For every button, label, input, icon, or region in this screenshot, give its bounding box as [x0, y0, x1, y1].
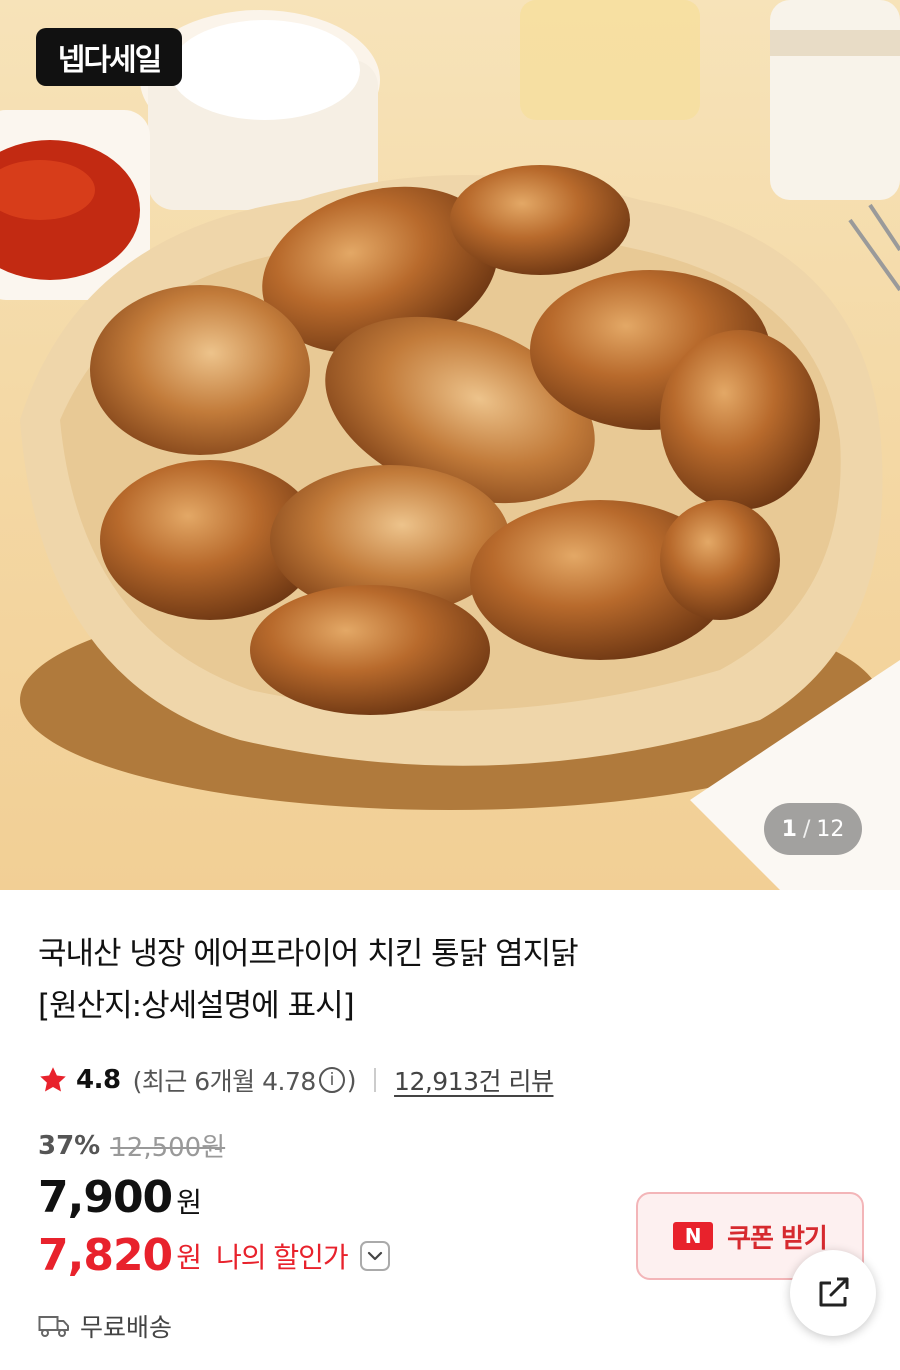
pager-current: 1 [781, 816, 797, 842]
product-photo-illustration [0, 0, 900, 890]
shipping-label: 무료배송 [80, 1313, 173, 1342]
sale-badge: 넵다세일 [36, 28, 182, 86]
discount-rate: 37% [38, 1130, 101, 1161]
share-button[interactable] [790, 1250, 876, 1336]
naver-n-icon: N [673, 1222, 714, 1250]
rating-row: 4.8 (최근 6개월 4.78 i ) 12,913건 리뷰 [38, 1062, 554, 1098]
review-count-link[interactable]: 12,913건 리뷰 [394, 1062, 554, 1098]
sale-badge-label: 넵다세일 [57, 43, 162, 78]
chevron-down-icon[interactable] [359, 1240, 390, 1271]
rating-divider [374, 1068, 377, 1092]
pager-total: 12 [816, 816, 845, 842]
product-title-line1: 국내산 냉장 에어프라이어 치킨 통닭 염지닭 [38, 936, 579, 972]
sale-price-unit: 원 [176, 1186, 202, 1219]
coupon-button-label: 쿠폰 받기 [727, 1223, 828, 1254]
my-price-unit: 원 [176, 1240, 202, 1274]
shipping-info: 무료배송 [38, 1308, 172, 1344]
sale-price: 7,900 원 [38, 1172, 202, 1223]
sale-price-value: 7,900 [38, 1172, 173, 1223]
pager-separator: / [802, 816, 811, 842]
rating-score: 4.8 [76, 1065, 121, 1095]
image-pager: 1 / 12 [764, 803, 862, 855]
product-title-line2: [원산지:상세설명에 표시] [38, 988, 355, 1024]
my-price-label: 나의 할인가 [215, 1240, 349, 1274]
my-discount-price[interactable]: 7,820 원 나의 할인가 [38, 1230, 390, 1281]
star-icon [40, 1067, 66, 1092]
info-icon[interactable]: i [318, 1067, 345, 1093]
rating-recent: (최근 6개월 4.78 [132, 1067, 317, 1096]
truck-icon [38, 1316, 69, 1337]
product-title: 국내산 냉장 에어프라이어 치킨 통닭 염지닭 [원산지:상세설명에 표시] [38, 928, 868, 1032]
product-image[interactable]: 넵다세일 1 / 12 [0, 0, 900, 890]
original-price: 12,500원 [110, 1133, 226, 1163]
original-price-row: 37% 12,500원 [38, 1127, 225, 1164]
rating-recent-close: ) [346, 1065, 357, 1095]
share-icon [819, 1277, 849, 1307]
my-price-value: 7,820 [38, 1230, 173, 1281]
